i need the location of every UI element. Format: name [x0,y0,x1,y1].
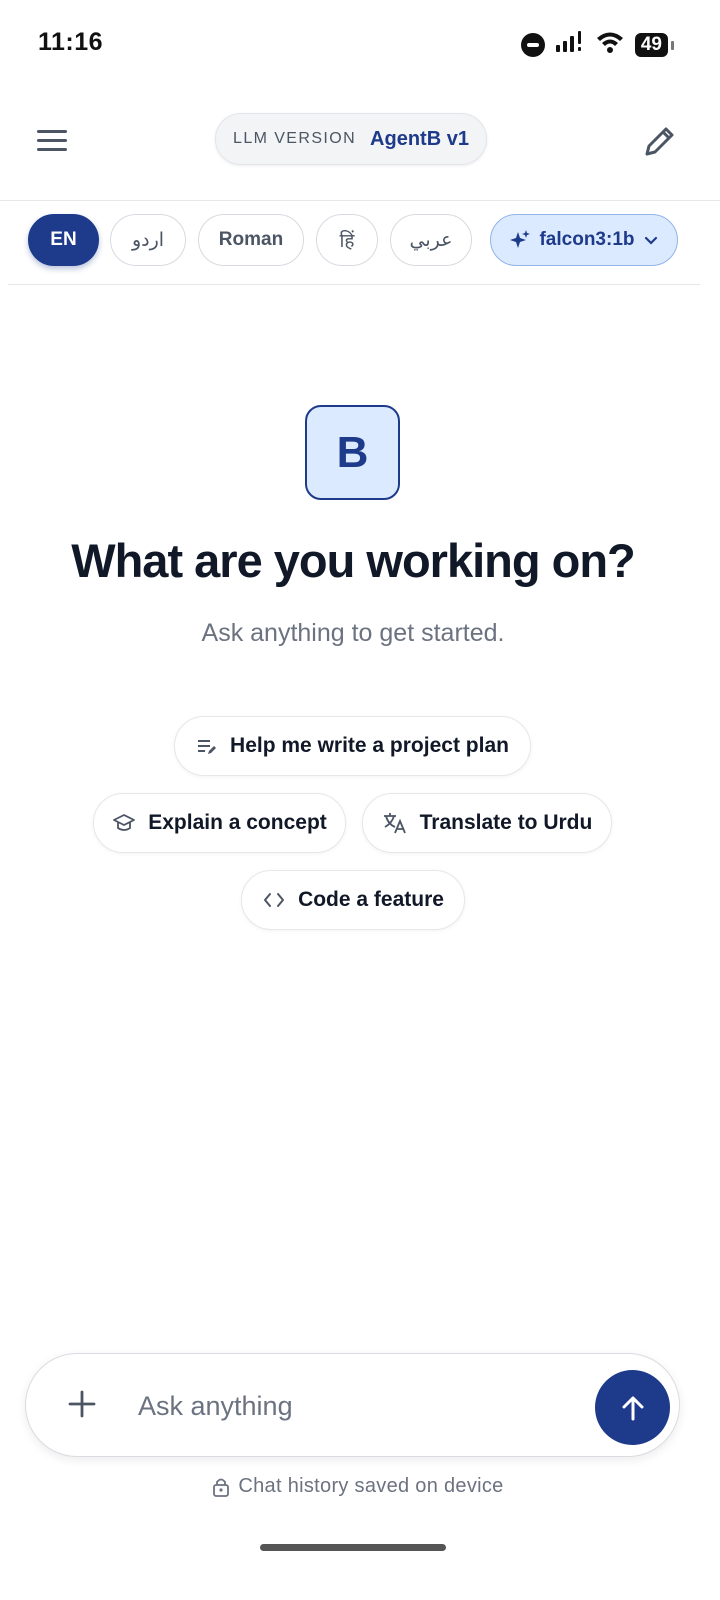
attach-button[interactable] [62,1384,102,1424]
suggestion-translate-urdu[interactable]: Translate to Urdu [362,793,612,853]
chat-history-note: Chat history saved on device [0,1475,716,1498]
suggestion-code-feature[interactable]: Code a feature [241,870,465,930]
plus-icon [68,1390,96,1418]
arrow-up-icon [622,1396,643,1420]
suggestion-label: Translate to Urdu [419,811,593,834]
battery-icon: 49 [634,32,675,57]
suggestion-label: Help me write a project plan [230,734,509,757]
status-icons: 49 [520,30,675,59]
model-name: falcon3:1b [539,229,635,250]
language-chip-roman[interactable]: Roman [198,214,304,266]
chat-history-note-text: Chat history saved on device [238,1475,504,1497]
page-title: What are you working on? [71,534,636,587]
suggestion-project-plan[interactable]: Help me write a project plan [174,716,531,776]
llm-version-selector[interactable]: LLM VERSION AgentB v1 [215,113,487,165]
chat-composer [25,1353,680,1457]
new-chat-button[interactable] [638,119,682,163]
language-chip-en[interactable]: EN [28,214,99,266]
menu-button[interactable] [30,119,74,163]
send-button[interactable] [595,1370,670,1445]
sparkle-icon [510,230,531,248]
language-selector-row: EN اردو Roman हिं عربي falcon3:1b [8,200,700,285]
suggestion-label: Code a feature [298,888,444,911]
chat-input[interactable] [136,1380,590,1432]
do-not-disturb-icon [520,32,545,57]
language-chip-urdu[interactable]: اردو [110,214,186,266]
notes-edit-icon [198,740,217,754]
llm-version-label: LLM VERSION [233,130,357,147]
chevron-down-icon [644,236,657,245]
hamburger-menu-icon [37,130,67,151]
page-subtitle: Ask anything to get started. [201,619,505,647]
top-header: LLM VERSION AgentB v1 [0,95,720,201]
suggestion-label: Explain a concept [148,811,327,834]
language-chip-hindi[interactable]: हिं [316,214,378,266]
language-chip-arabic[interactable]: عربي [390,214,472,266]
lock-icon [213,1478,230,1497]
model-selector[interactable]: falcon3:1b [490,214,678,266]
pencil-icon [645,127,674,156]
wifi-icon [595,30,625,59]
translate-icon [383,813,406,834]
status-bar: 11:16 49 [0,0,720,90]
code-icon [264,893,285,907]
signal-icon [555,30,585,59]
status-time: 11:16 [38,28,104,56]
home-indicator[interactable] [260,1544,446,1551]
graduation-cap-icon [113,814,136,831]
suggestion-explain-concept[interactable]: Explain a concept [93,793,346,853]
agent-logo: B [305,405,400,500]
llm-version-name: AgentB v1 [370,127,469,150]
